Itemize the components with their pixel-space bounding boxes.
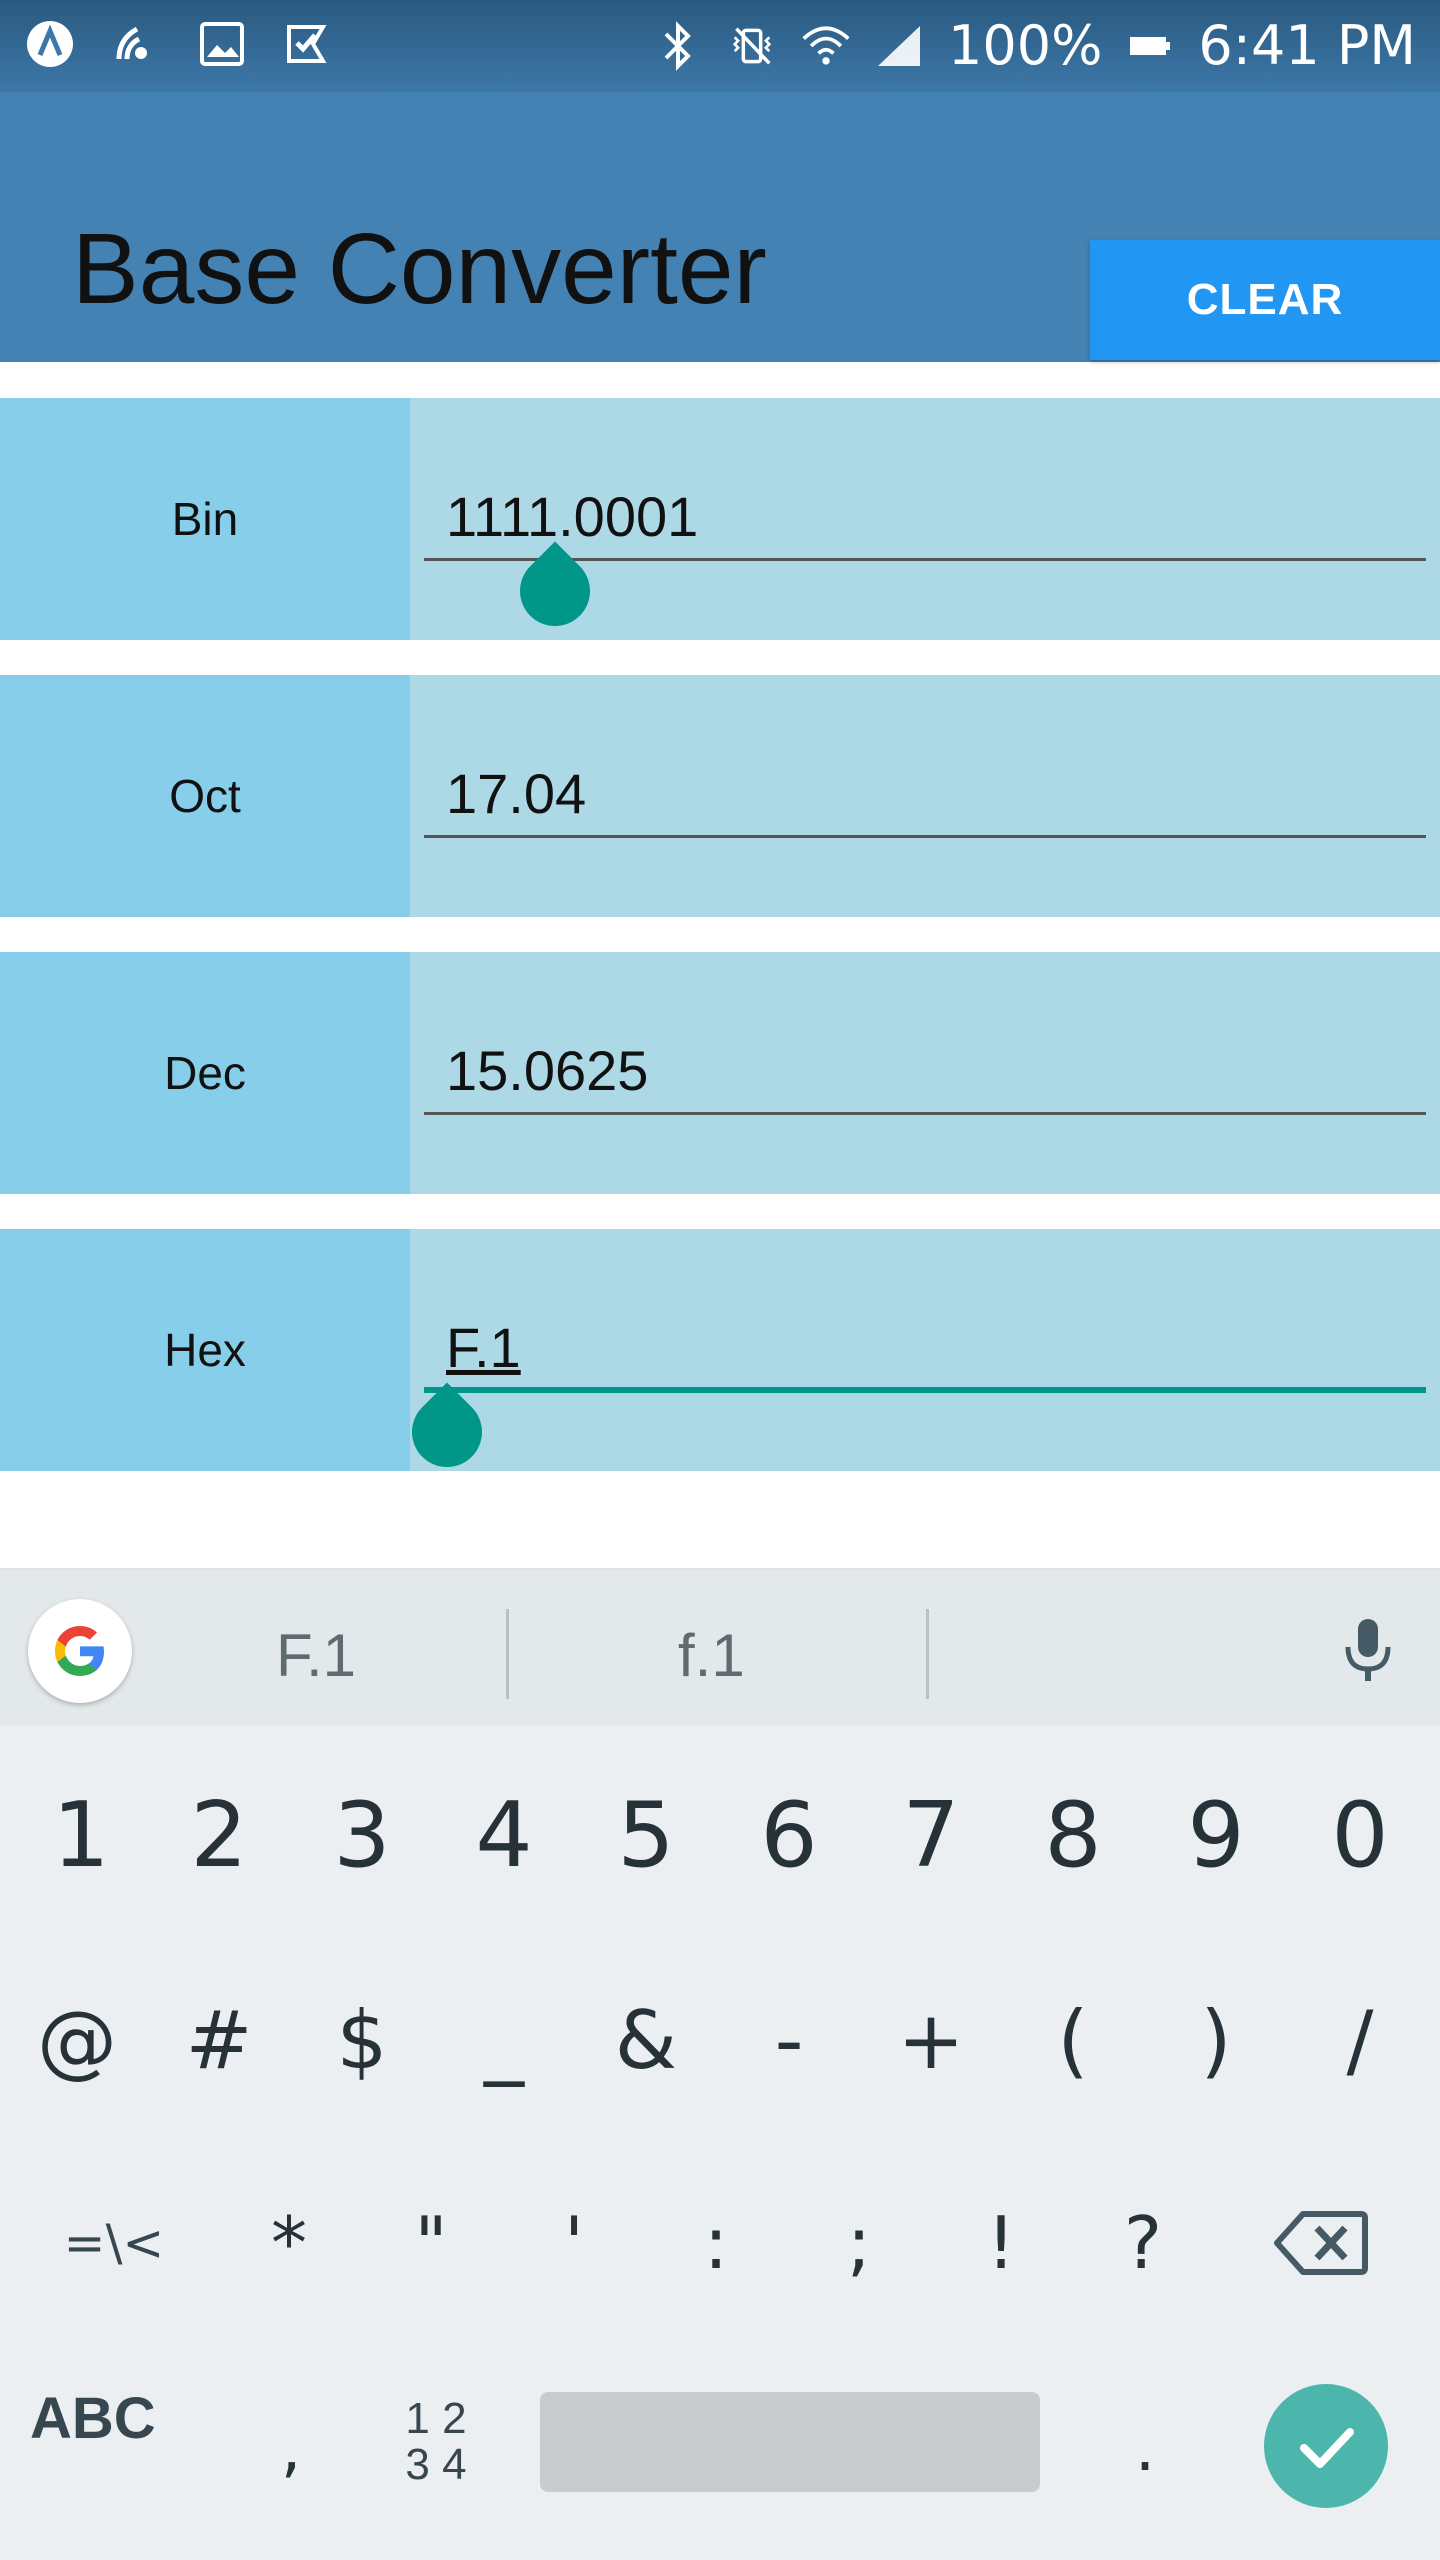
key-colon[interactable]: : <box>651 2178 781 2308</box>
status-bar: 100% 6:41 PM <box>0 0 1440 92</box>
key-question[interactable]: ? <box>1078 2178 1208 2308</box>
key-single-quote[interactable]: ' <box>509 2178 639 2308</box>
bin-label: Bin <box>0 398 410 640</box>
oct-input-value: 17.04 <box>446 762 587 825</box>
vibrate-mute-icon <box>726 20 778 72</box>
dec-label: Dec <box>0 952 410 1194</box>
key-plus[interactable]: + <box>866 1975 996 2105</box>
suggestion-divider <box>926 1609 929 1699</box>
dec-row: Dec 15.0625 <box>0 952 1440 1194</box>
oct-label: Oct <box>0 675 410 917</box>
dec-input-underline <box>424 1112 1426 1115</box>
google-logo-icon[interactable] <box>28 1599 132 1703</box>
dec-input-value: 15.0625 <box>446 1039 649 1102</box>
suggestion-divider <box>506 1609 509 1699</box>
bin-row: Bin 1111.0001 <box>0 398 1440 641</box>
clear-button[interactable]: CLEAR <box>1090 240 1440 360</box>
done-key[interactable] <box>1264 2384 1388 2508</box>
hex-row: Hex F.1 <box>0 1229 1440 1482</box>
suggestion-1[interactable]: F.1 <box>276 1621 356 1690</box>
microphone-icon[interactable] <box>1340 1615 1396 1690</box>
status-time: 6:41 PM <box>1198 14 1416 77</box>
more-symbols-key[interactable]: =\< <box>24 2178 204 2308</box>
app-notification-icon <box>24 18 76 70</box>
battery-icon <box>1124 20 1176 72</box>
key-dollar[interactable]: $ <box>297 1975 427 2105</box>
backspace-icon <box>1274 2211 1368 2275</box>
oct-row: Oct 17.04 <box>0 675 1440 917</box>
suggestion-2[interactable]: f.1 <box>678 1621 745 1690</box>
dec-input[interactable]: 15.0625 <box>410 952 1440 1194</box>
key-9[interactable]: 9 <box>1151 1770 1281 1900</box>
hex-input[interactable]: F.1 <box>397 1229 1440 1482</box>
hex-cursor-handle[interactable] <box>397 1382 497 1482</box>
key-8[interactable]: 8 <box>1008 1770 1138 1900</box>
key-7[interactable]: 7 <box>866 1770 996 1900</box>
key-3[interactable]: 3 <box>297 1770 427 1900</box>
status-bar-left-icons <box>24 18 334 70</box>
wifi-call-icon <box>110 18 162 70</box>
numpad-switch-top: 1 2 <box>405 2394 467 2443</box>
key-ampersand[interactable]: & <box>581 1975 711 2105</box>
task-check-icon <box>282 18 334 70</box>
wifi-icon <box>800 20 852 72</box>
bin-input[interactable]: 1111.0001 <box>410 398 1440 641</box>
key-close-paren[interactable]: ) <box>1151 1975 1281 2105</box>
key-comma[interactable]: , <box>226 2384 356 2514</box>
checkmark-icon <box>1300 2428 1354 2468</box>
key-semicolon[interactable]: ; <box>794 2178 924 2308</box>
key-6[interactable]: 6 <box>724 1770 854 1900</box>
key-open-paren[interactable]: ( <box>1008 1975 1138 2105</box>
signal-icon <box>874 20 926 72</box>
key-double-quote[interactable]: " <box>366 2178 496 2308</box>
hex-label: Hex <box>0 1229 410 1471</box>
suggestion-strip: F.1 f.1 <box>0 1568 1440 1726</box>
hex-input-value: F.1 <box>446 1316 521 1379</box>
key-asterisk[interactable]: * <box>224 2178 354 2308</box>
oct-input[interactable]: 17.04 <box>410 675 1440 917</box>
numpad-switch-key[interactable]: 1 2 3 4 <box>396 2396 476 2488</box>
bin-cursor-handle[interactable] <box>505 541 605 641</box>
bin-input-value: 1111.0001 <box>446 485 699 548</box>
key-5[interactable]: 5 <box>581 1770 711 1900</box>
bluetooth-icon <box>652 20 704 72</box>
key-exclamation[interactable]: ! <box>936 2178 1066 2308</box>
key-minus[interactable]: - <box>724 1975 854 2105</box>
space-key[interactable] <box>540 2392 1040 2492</box>
image-icon <box>196 18 248 70</box>
numpad-switch-bottom: 3 4 <box>405 2440 467 2489</box>
key-slash[interactable]: / <box>1295 1975 1425 2105</box>
backspace-key[interactable] <box>1256 2178 1386 2308</box>
key-at[interactable]: @ <box>12 1975 142 2105</box>
key-hash[interactable]: # <box>154 1975 284 2105</box>
key-0[interactable]: 0 <box>1295 1770 1425 1900</box>
oct-input-underline <box>424 835 1426 838</box>
key-2[interactable]: 2 <box>154 1770 284 1900</box>
abc-key[interactable]: ABC <box>30 2385 156 2452</box>
key-period[interactable]: . <box>1080 2384 1210 2514</box>
key-1[interactable]: 1 <box>16 1770 146 1900</box>
key-underscore[interactable]: _ <box>439 1975 569 2105</box>
key-4[interactable]: 4 <box>439 1770 569 1900</box>
page-title: Base Converter <box>72 213 767 325</box>
hex-input-underline <box>424 1387 1426 1393</box>
status-bar-right-icons: 100% 6:41 PM <box>652 14 1416 77</box>
battery-percent: 100% <box>948 14 1103 77</box>
